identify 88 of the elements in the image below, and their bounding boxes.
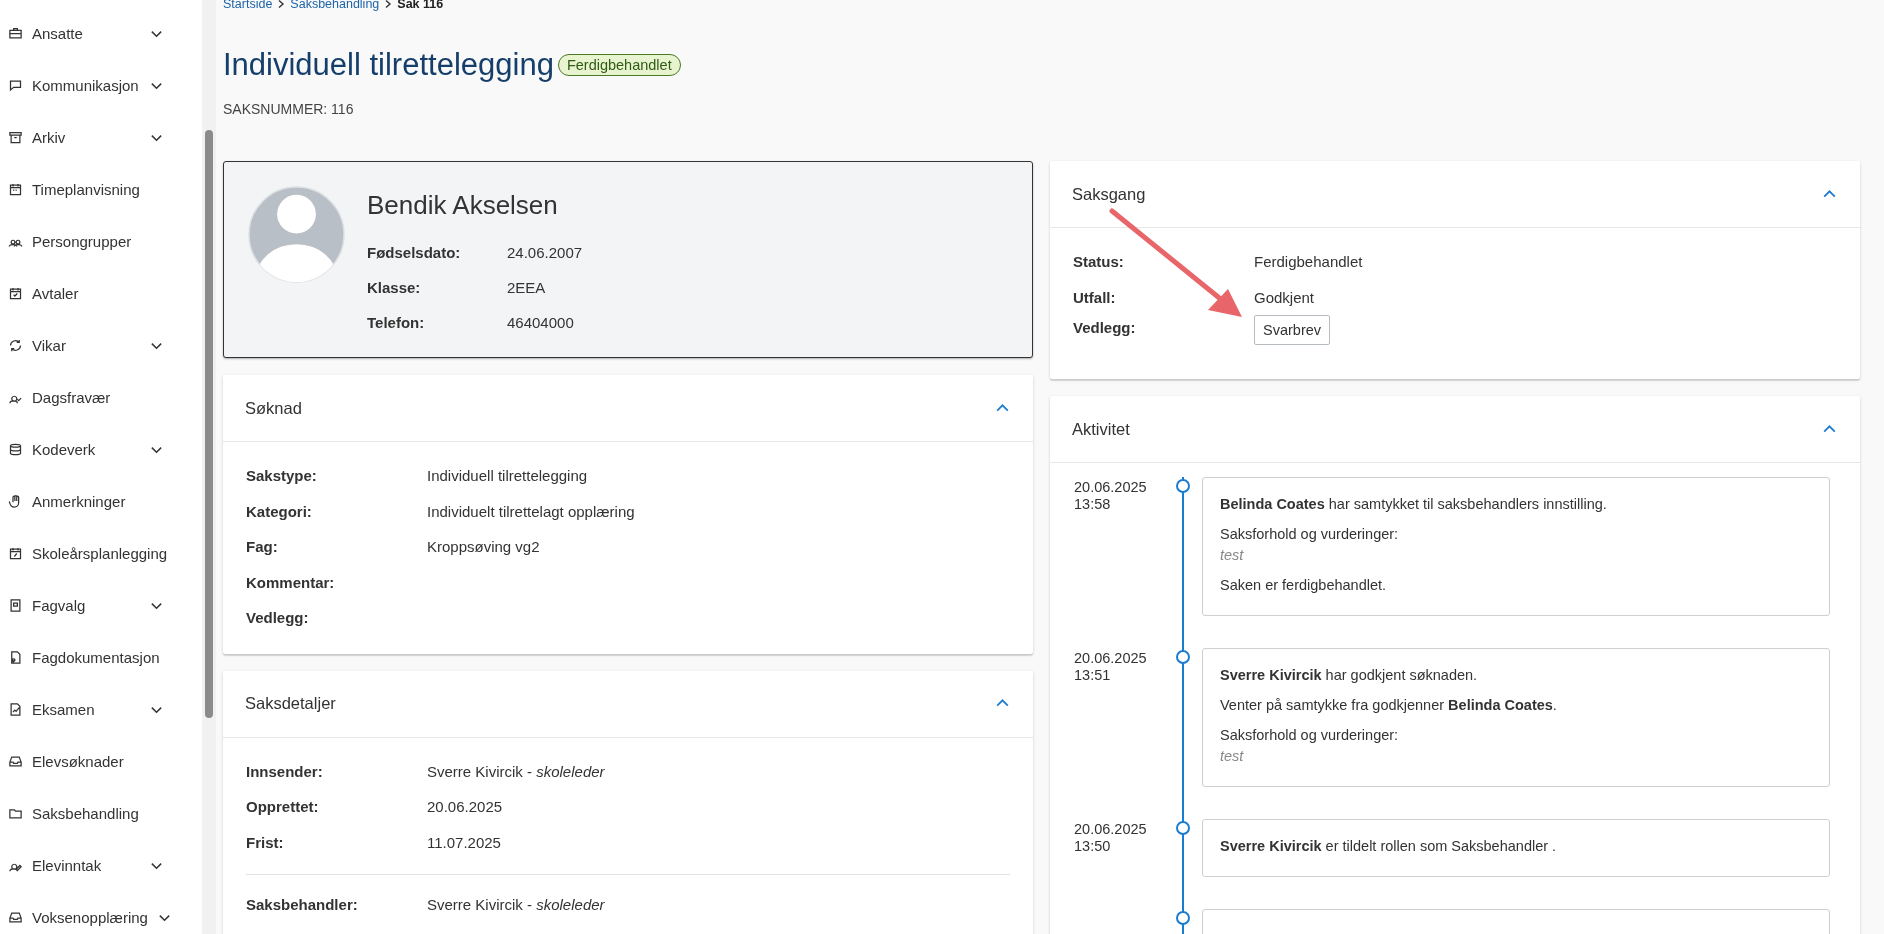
activity-text: Venter på samtykke fra godkjenner Belinda Coates. bbox=[1220, 697, 1558, 713]
activity-text: Sverre Kivircik har godkjent søknaden. bbox=[1220, 667, 1479, 683]
sidebar-item[interactable]: Persongrupper bbox=[0, 215, 202, 267]
menu-item-icon bbox=[8, 597, 23, 613]
field-label: Fødselsdato: bbox=[367, 244, 462, 261]
field-label: Utfall: bbox=[1073, 288, 1117, 306]
timeline-node bbox=[1176, 650, 1190, 664]
field-label: Opprettet: bbox=[246, 798, 320, 816]
card-title: Saksdetaljer bbox=[245, 694, 336, 713]
activity-text: Belinda Coates har samtykket til saksbehandlers innstilling. bbox=[1220, 496, 1608, 512]
timeline-node bbox=[1176, 821, 1190, 835]
note-value: test bbox=[1220, 748, 1245, 764]
menu-item-icon bbox=[8, 753, 23, 769]
field-label: Innsender: bbox=[246, 762, 324, 780]
menu-item-icon bbox=[8, 909, 23, 925]
sidebar-item[interactable]: Kodeverk bbox=[0, 423, 202, 475]
field-value: Individuell tilrettelegging bbox=[427, 467, 588, 485]
menu-item-icon bbox=[8, 545, 23, 561]
menu-item-icon bbox=[8, 649, 23, 665]
field-value: 11.07.2025 bbox=[427, 833, 501, 851]
field-label: Sakstype: bbox=[246, 467, 318, 485]
sidebar-item[interactable]: Ansatte bbox=[0, 7, 202, 59]
field-value: Godkjent bbox=[1254, 288, 1315, 306]
field-label: Telefon: bbox=[367, 314, 426, 331]
field-label: Kommentar: bbox=[246, 573, 336, 591]
field-value: Sverre Kivircik - skoleleder bbox=[427, 896, 605, 914]
card-title: Søknad bbox=[245, 398, 302, 418]
menu-item-icon bbox=[8, 77, 23, 93]
field-value: Kroppsøving vg2 bbox=[427, 538, 540, 556]
sidebar-item[interactable]: Fagdokumentasjon bbox=[0, 631, 202, 683]
avatar-icon bbox=[248, 186, 345, 283]
menu-item-icon bbox=[8, 181, 23, 197]
activity-date: 20.06.2025 bbox=[1074, 479, 1148, 496]
field-value: Individuelt tilrettelagt opplæring bbox=[427, 502, 635, 520]
card-title: Saksgang bbox=[1072, 184, 1146, 204]
sidebar-item[interactable]: Fagvalg bbox=[0, 579, 202, 631]
field-value: Sverre Kivircik - skoleleder bbox=[427, 762, 605, 780]
timeline-node bbox=[1176, 911, 1190, 925]
sidebar-item[interactable]: Skoleårsplanlegging bbox=[0, 527, 202, 579]
sidebar-item[interactable]: Eksamen bbox=[0, 683, 202, 735]
field-label: Fag: bbox=[246, 538, 279, 556]
note-label: Saksforhold og vurderinger: bbox=[1220, 727, 1400, 743]
sidebar-item[interactable]: Elevinntak bbox=[0, 839, 202, 891]
field-label: Frist: bbox=[246, 833, 285, 851]
field-label: Saksbehandler: bbox=[246, 896, 359, 914]
activity-time: 13:58 bbox=[1074, 496, 1112, 513]
card-title: Aktivitet bbox=[1072, 419, 1130, 439]
field-value: 2EEA bbox=[507, 279, 546, 296]
sidebar-item[interactable]: Avtaler bbox=[0, 267, 202, 319]
field-value: Ferdigbehandlet bbox=[1254, 253, 1363, 271]
field-value: 46404000 bbox=[507, 314, 574, 331]
status-badge: Ferdigbehandlet bbox=[557, 54, 681, 76]
field-label: Status: bbox=[1073, 253, 1125, 271]
menu-item-icon bbox=[8, 129, 23, 145]
case-number: SAKSNUMMER: 116 bbox=[223, 101, 355, 117]
sidebar-item[interactable]: Saksbehandling bbox=[0, 787, 202, 839]
sidebar-item[interactable]: Dagsfravær bbox=[0, 371, 202, 423]
sidebar-item[interactable]: Elevsøknader bbox=[0, 735, 202, 787]
field-label: Kategori: bbox=[246, 502, 313, 520]
activity-text: Saken er ferdigbehandlet. bbox=[1220, 577, 1388, 593]
field-label: Klasse: bbox=[367, 279, 422, 296]
sidebar-item[interactable]: Voksenopplæring bbox=[0, 891, 202, 934]
note-value: test bbox=[1220, 547, 1245, 563]
field-value: 20.06.2025 bbox=[427, 798, 503, 816]
sidebar-item[interactable]: Vikar bbox=[0, 319, 202, 371]
menu-item-icon bbox=[8, 25, 23, 41]
menu-item-icon bbox=[8, 441, 23, 457]
person-name: Bendik Akselsen bbox=[367, 190, 559, 221]
field-value: 24.06.2007 bbox=[507, 244, 583, 261]
activity-text: Sverre Kivircik er tildelt rollen som Saksbehandler . bbox=[1220, 838, 1558, 854]
page-title: Individuell tilrettelegging bbox=[223, 47, 554, 83]
sidebar-item[interactable]: Arkiv bbox=[0, 111, 202, 163]
menu-item-icon bbox=[8, 337, 23, 353]
timeline-node bbox=[1176, 479, 1190, 493]
field-label: Vedlegg: bbox=[1073, 319, 1137, 336]
attachment-button[interactable]: Svarbrev bbox=[1254, 315, 1331, 345]
menu-item-icon bbox=[8, 285, 23, 301]
sidebar-item[interactable]: Timeplanvisning bbox=[0, 163, 202, 215]
note-label: Saksforhold og vurderinger: bbox=[1220, 526, 1400, 542]
activity-date: 20.06.2025 bbox=[1074, 821, 1148, 838]
sidebar-item[interactable]: Anmerkninger bbox=[0, 475, 202, 527]
activity-time: 13:51 bbox=[1074, 667, 1112, 684]
sidebar-item[interactable]: Kommunikasjon bbox=[0, 59, 202, 111]
activity-date: 20.06.2025 bbox=[1074, 650, 1148, 667]
menu-item-icon bbox=[8, 701, 23, 717]
field-label: Vedlegg: bbox=[246, 609, 310, 627]
scrollbar[interactable] bbox=[204, 130, 213, 718]
activity-time: 13:50 bbox=[1074, 838, 1112, 855]
